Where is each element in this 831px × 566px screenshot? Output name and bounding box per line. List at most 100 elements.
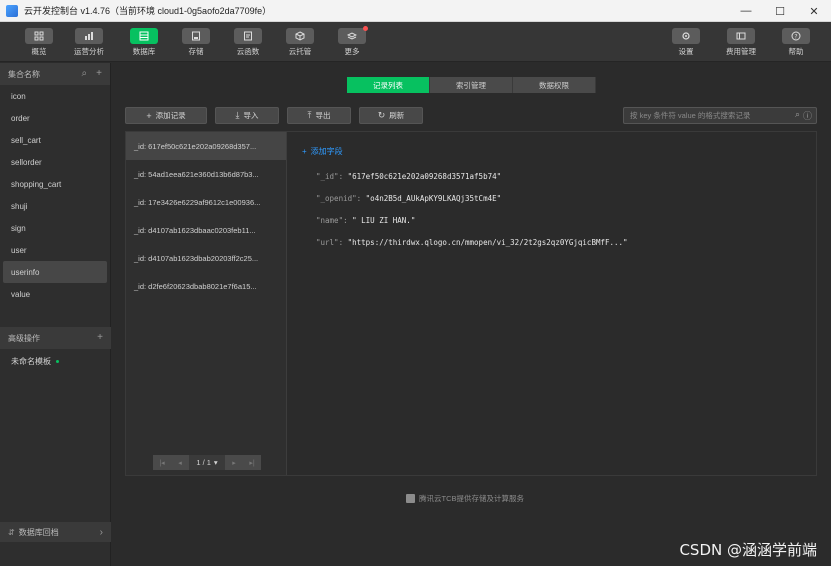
toolbar-label: 存储 (188, 47, 204, 56)
record-item[interactable]: _id: 17e3426e6229af9612c1e00936... (126, 188, 286, 216)
add-collection-icon[interactable]: + (96, 68, 102, 79)
field-row[interactable]: "name": " LIU ZI HAN." (316, 216, 415, 225)
field-key: "name": (316, 216, 348, 225)
refresh-button[interactable]: ↻ 刷新 (359, 107, 423, 124)
toolbar-overview[interactable]: 概览 (21, 28, 57, 57)
add-record-button[interactable]: + 添加记录 (125, 107, 207, 124)
pagination: |◂ ◂ 1 / 1 ▾ ▸ ▸| (153, 455, 261, 470)
help-icon[interactable]: ⓘ (803, 109, 812, 122)
refresh-icon: ↻ (377, 110, 386, 120)
plus-icon: + (146, 110, 152, 121)
record-list: _id: 617ef50c621e202a09268d357... _id: 54… (126, 132, 287, 475)
search-icon[interactable]: ⌕ (82, 68, 88, 79)
rollback-icon: ⇵ (8, 527, 15, 537)
sidebar-item-sell-cart[interactable]: sell_cart (0, 129, 110, 151)
field-key: "_id": (316, 172, 344, 181)
next-page-button[interactable]: ▸ (225, 455, 243, 470)
sidebar-item-value[interactable]: value (0, 283, 110, 305)
record-item[interactable]: _id: 54ad1eea621e360d13b6d87b3... (126, 160, 286, 188)
action-bar: + 添加记录 ⤓ 导入 ⤒ 导出 ↻ 刷新 (125, 107, 423, 124)
sidebar-item-shuji[interactable]: shuji (0, 195, 110, 217)
toolbar-analytics[interactable]: 运营分析 (71, 28, 107, 57)
tab-permissions[interactable]: 数据权限 (513, 77, 596, 93)
collection-list: icon order sell_cart sellorder shopping_cart… (0, 85, 110, 305)
record-item[interactable]: _id: d4107ab1623dbab20203ff2c25... (126, 244, 286, 272)
template-label: 未命名模板 (11, 356, 51, 366)
field-row[interactable]: "_openid": "o4n2B5d_AUkApKY9LKAQj35tCm4E… (316, 194, 501, 203)
field-row[interactable]: "_id": "617ef50c621e202a09268d3571af5b74… (316, 172, 501, 181)
overview-icon (25, 28, 53, 44)
more-icon (338, 26, 368, 44)
export-button[interactable]: ⤒ 导出 (287, 107, 351, 124)
sidebar-item-sign[interactable]: sign (0, 217, 110, 239)
tab-bar: 记录列表 索引管理 数据权限 (347, 77, 596, 93)
toolbar-database[interactable]: 数据库 (126, 28, 162, 57)
sidebar-item-user[interactable]: user (0, 239, 110, 261)
toolbar-billing[interactable]: 费用管理 (723, 28, 759, 57)
collection-sidebar: 集合名称 ⌕ + icon order sell_cart sellorder shop… (0, 63, 111, 566)
svg-text:?: ? (794, 33, 797, 40)
tencent-cloud-logo-icon (406, 494, 415, 503)
field-value: " LIU ZI HAN." (352, 216, 416, 225)
record-detail: + 添加字段 "_id": "617ef50c621e202a09268d357… (288, 132, 816, 475)
sidebar-item-sellorder[interactable]: sellorder (0, 151, 110, 173)
cloud-hosting-icon (286, 28, 314, 44)
minimize-button[interactable]: — (729, 0, 763, 22)
record-item[interactable]: _id: d4107ab1623dbaac0203feb11... (126, 216, 286, 244)
sidebar-item-icon[interactable]: icon (0, 85, 110, 107)
record-search: ⌕ ⓘ (623, 107, 817, 124)
collection-header-label: 集合名称 (8, 69, 40, 79)
template-item[interactable]: 未命名模板 (0, 349, 111, 373)
bottom-strip: CSDN @涵涵学前端 (111, 541, 831, 566)
main-panel: 记录列表 索引管理 数据权限 + 添加记录 ⤓ 导入 ⤒ 导出 ↻ 刷新 ⌕ ⓘ… (111, 63, 831, 543)
toolbar-help[interactable]: ? 帮助 (778, 28, 814, 57)
plus-icon: + (302, 147, 307, 156)
upload-icon: ⤒ (307, 110, 312, 120)
field-row[interactable]: "url": "https://thirdwx.qlogo.cn/mmopen/… (316, 238, 628, 247)
add-field-button[interactable]: + 添加字段 (302, 146, 343, 157)
refresh-label: 刷新 (389, 111, 405, 120)
rollback-label: 数据库回档 (18, 527, 59, 537)
storage-icon (182, 28, 210, 44)
add-template-icon[interactable]: + (97, 332, 103, 343)
collection-header: 集合名称 ⌕ + (0, 63, 110, 85)
toolbar-functions[interactable]: 云函数 (230, 28, 266, 57)
field-value: "617ef50c621e202a09268d3571af5b74" (347, 172, 502, 181)
search-input[interactable] (624, 108, 795, 123)
analytics-icon (75, 28, 103, 44)
advanced-header: 高级操作 + (0, 327, 111, 349)
toolbar-settings[interactable]: 设置 (668, 28, 704, 57)
sidebar-item-userinfo[interactable]: userinfo (3, 261, 107, 283)
function-icon (234, 28, 262, 44)
toolbar-label: 帮助 (788, 47, 804, 56)
database-icon (130, 28, 158, 44)
powered-by-label: 腾讯云TCB提供存储及计算服务 (419, 494, 524, 503)
sidebar-item-order[interactable]: order (0, 107, 110, 129)
database-rollback-button[interactable]: ⇵ 数据库回档 › (0, 522, 111, 542)
toolbar-storage[interactable]: 存储 (178, 28, 214, 57)
import-button[interactable]: ⤓ 导入 (215, 107, 279, 124)
prev-page-button[interactable]: ◂ (171, 455, 189, 470)
tab-records[interactable]: 记录列表 (347, 77, 430, 93)
last-page-button[interactable]: ▸| (243, 455, 261, 470)
status-dot-icon (56, 359, 59, 363)
toolbar-label: 数据库 (132, 47, 156, 56)
search-icon[interactable]: ⌕ (795, 109, 800, 122)
tab-indexes[interactable]: 索引管理 (430, 77, 513, 93)
toolbar-more[interactable]: 更多 (334, 26, 370, 57)
page-selector[interactable]: 1 / 1 ▾ (189, 455, 225, 470)
watermark: CSDN @涵涵学前端 (679, 541, 817, 559)
record-item[interactable]: _id: d2fe6f20623dbab8021e7f6a15... (126, 272, 286, 300)
first-page-button[interactable]: |◂ (153, 455, 171, 470)
record-item[interactable]: _id: 617ef50c621e202a09268d357... (126, 132, 286, 160)
maximize-button[interactable]: ☐ (763, 0, 797, 22)
window-title: 云开发控制台 v1.4.76（当前环境 cloud1-0g5aofo2da770… (24, 6, 272, 16)
sidebar-item-shopping-cart[interactable]: shopping_cart (0, 173, 110, 195)
toolbar-label: 云托管 (288, 47, 312, 56)
toolbar-label: 费用管理 (726, 47, 756, 56)
import-label: 导入 (243, 111, 259, 120)
toolbar-cloud-hosting[interactable]: 云托管 (282, 28, 318, 57)
close-button[interactable]: ✕ (797, 0, 831, 22)
top-toolbar: 概览 运营分析 数据库 存储 云函数 云托管 更多 设置 费用管理 ? 帮助 (0, 22, 831, 62)
billing-icon (727, 28, 755, 44)
